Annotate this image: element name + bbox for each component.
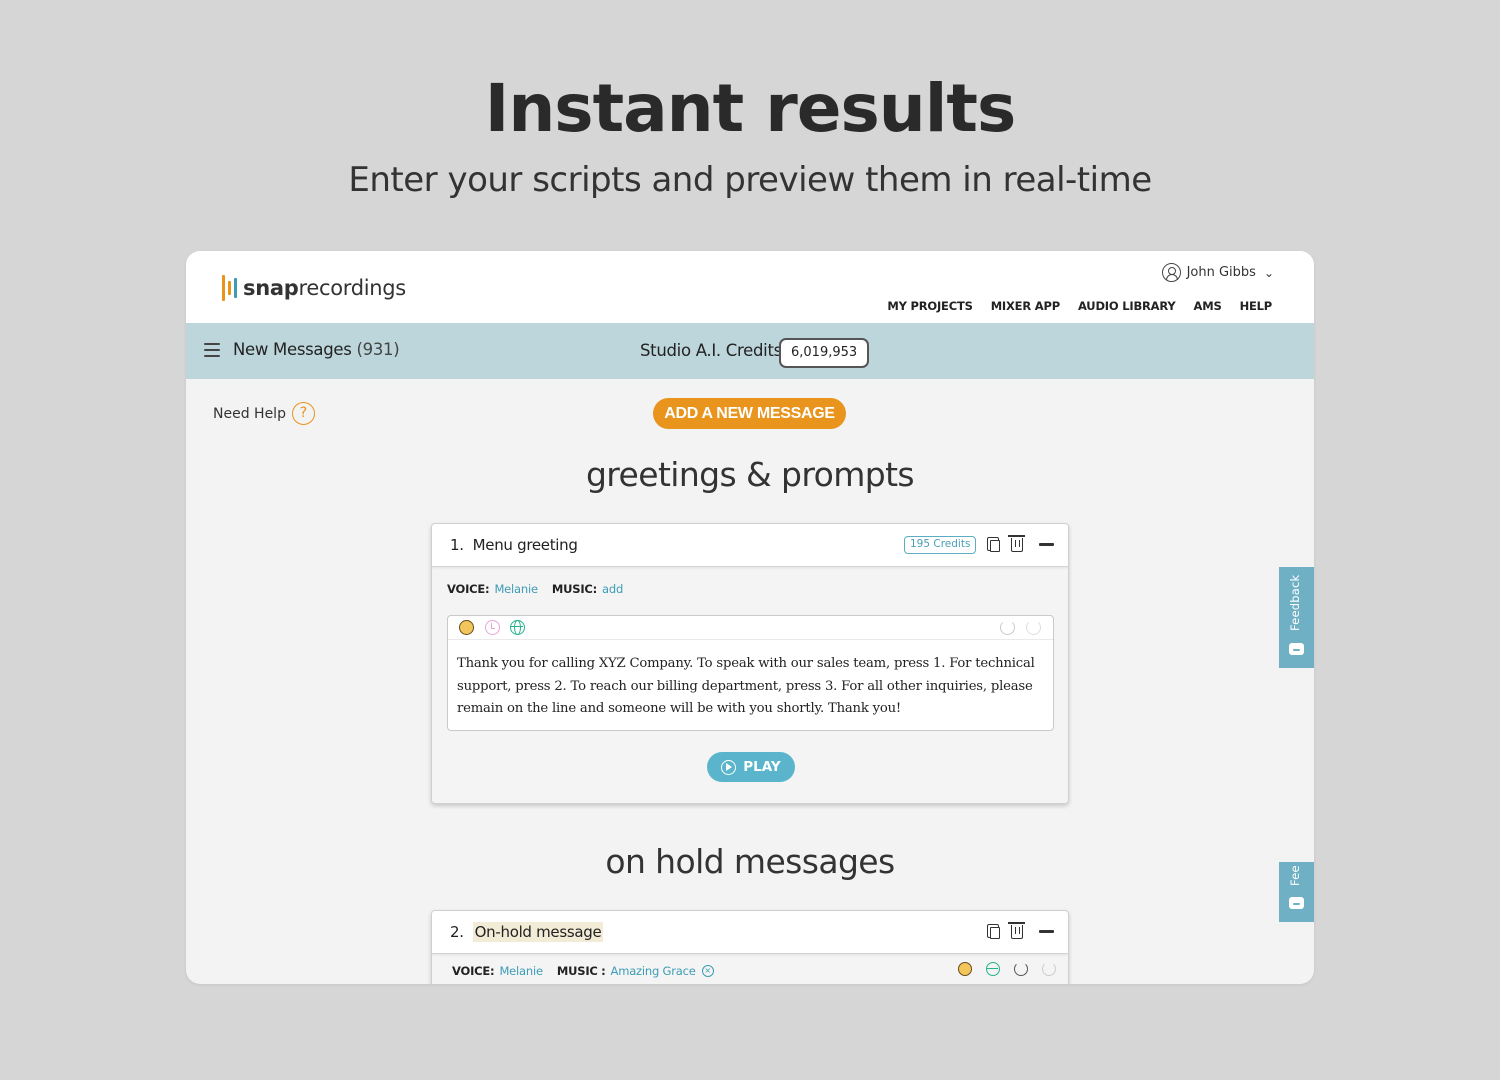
copy-icon[interactable] [987, 924, 1000, 939]
collapse-icon[interactable] [1039, 542, 1054, 546]
music-add-link[interactable]: add [602, 582, 623, 596]
undo-icon[interactable] [1000, 620, 1015, 635]
hero-subtitle: Enter your scripts and preview them in r… [348, 160, 1152, 200]
card-actions [987, 535, 1054, 552]
credits-badge: 195 Credits [904, 536, 977, 554]
section-title-greetings: greetings & prompts [585, 455, 915, 494]
app-window: snaprecordings John Gibbs ⌄ MY PROJECTS … [186, 251, 1314, 984]
hamburger-menu-icon[interactable] [204, 343, 220, 357]
card-header: 2. On-hold message [432, 911, 1068, 954]
need-help-label: Need Help [213, 405, 286, 422]
script-editor[interactable]: Thank you for calling XYZ Company. To sp… [447, 615, 1054, 731]
redo-icon[interactable] [1042, 962, 1056, 976]
voice-music-row: VOICE: Melanie MUSIC : Amazing Grace × [452, 964, 714, 978]
message-card-1: 1. Menu greeting 195 Credits VOICE: Mela… [431, 523, 1069, 804]
feedback-bot-icon [1289, 643, 1304, 655]
message-title[interactable]: 2. On-hold message [450, 922, 604, 942]
music-link[interactable]: Amazing Grace [611, 964, 696, 978]
music-label: MUSIC: [551, 582, 598, 596]
collapse-icon[interactable] [1039, 929, 1054, 933]
need-help-link[interactable]: Need Help ? [213, 402, 315, 425]
music-label: MUSIC : [556, 964, 606, 978]
add-new-message-button[interactable]: ADD A NEW MESSAGE [653, 398, 846, 429]
card-actions [987, 922, 1054, 939]
voice-link[interactable]: Melanie [499, 964, 543, 978]
trash-icon[interactable] [1008, 922, 1025, 939]
undo-icon[interactable] [1014, 962, 1028, 976]
voice-label: VOICE: [452, 964, 495, 978]
user-avatar-icon [1161, 263, 1181, 282]
nav-mixer-app[interactable]: MIXER APP [991, 299, 1060, 313]
voice-label: VOICE: [447, 582, 490, 596]
script-text[interactable]: Thank you for calling XYZ Company. To sp… [457, 653, 1047, 721]
trash-icon[interactable] [1008, 535, 1025, 552]
user-menu[interactable]: John Gibbs ⌄ [1161, 263, 1274, 282]
feedback-label-short: Fee [1288, 865, 1302, 886]
top-bar: snaprecordings John Gibbs ⌄ MY PROJECTS … [186, 251, 1314, 323]
new-messages-count: (931) [356, 340, 400, 359]
credits-label: Studio A.I. Credits: [640, 341, 788, 360]
feedback-bot-icon [1289, 897, 1304, 909]
nav-audio-library[interactable]: AUDIO LIBRARY [1078, 299, 1176, 313]
language-globe-icon[interactable] [986, 962, 1000, 976]
play-icon [721, 759, 737, 775]
feedback-tab-duplicate[interactable]: Fee [1279, 862, 1314, 922]
emotion-face-icon[interactable] [958, 962, 972, 976]
card-header: 1. Menu greeting 195 Credits [432, 524, 1068, 567]
chevron-down-icon: ⌄ [1263, 265, 1274, 280]
logo-text: snaprecordings [243, 276, 406, 300]
remove-music-icon[interactable]: × [701, 965, 714, 977]
sub-bar: New Messages (931) Studio A.I. Credits: … [186, 323, 1314, 379]
section-title-on-hold: on hold messages [605, 842, 895, 881]
snaprecordings-logo[interactable]: snaprecordings [222, 273, 406, 303]
language-globe-icon[interactable] [510, 620, 525, 635]
editor-toolbar [448, 616, 1053, 640]
credits-value: 6,019,953 [779, 338, 870, 368]
nav-my-projects[interactable]: MY PROJECTS [887, 299, 973, 313]
nav-ams[interactable]: AMS [1194, 299, 1222, 313]
new-messages-title: New Messages (931) [233, 340, 400, 359]
message-card-2: 2. On-hold message VOICE: Melanie MUSIC … [431, 910, 1069, 984]
voice-link[interactable]: Melanie [494, 582, 538, 596]
play-label: PLAY [743, 759, 781, 775]
feedback-label: Feedback [1288, 574, 1302, 631]
feedback-tab[interactable]: Feedback [1279, 567, 1314, 668]
hero-title: Instant results [484, 70, 1016, 147]
card-2-tools [958, 962, 1056, 976]
message-title[interactable]: 1. Menu greeting [450, 536, 578, 554]
logo-bars-icon [222, 275, 237, 301]
pause-clock-icon[interactable] [485, 620, 500, 635]
emotion-face-icon[interactable] [459, 620, 474, 635]
nav-help[interactable]: HELP [1240, 299, 1273, 313]
copy-icon[interactable] [987, 537, 1000, 552]
main-nav: MY PROJECTS MIXER APP AUDIO LIBRARY AMS … [887, 299, 1272, 313]
user-name: John Gibbs [1186, 265, 1256, 280]
redo-icon[interactable] [1026, 620, 1041, 635]
voice-music-row: VOICE: Melanie MUSIC: add [447, 582, 637, 596]
question-icon: ? [291, 402, 315, 425]
play-button[interactable]: PLAY [707, 752, 795, 782]
